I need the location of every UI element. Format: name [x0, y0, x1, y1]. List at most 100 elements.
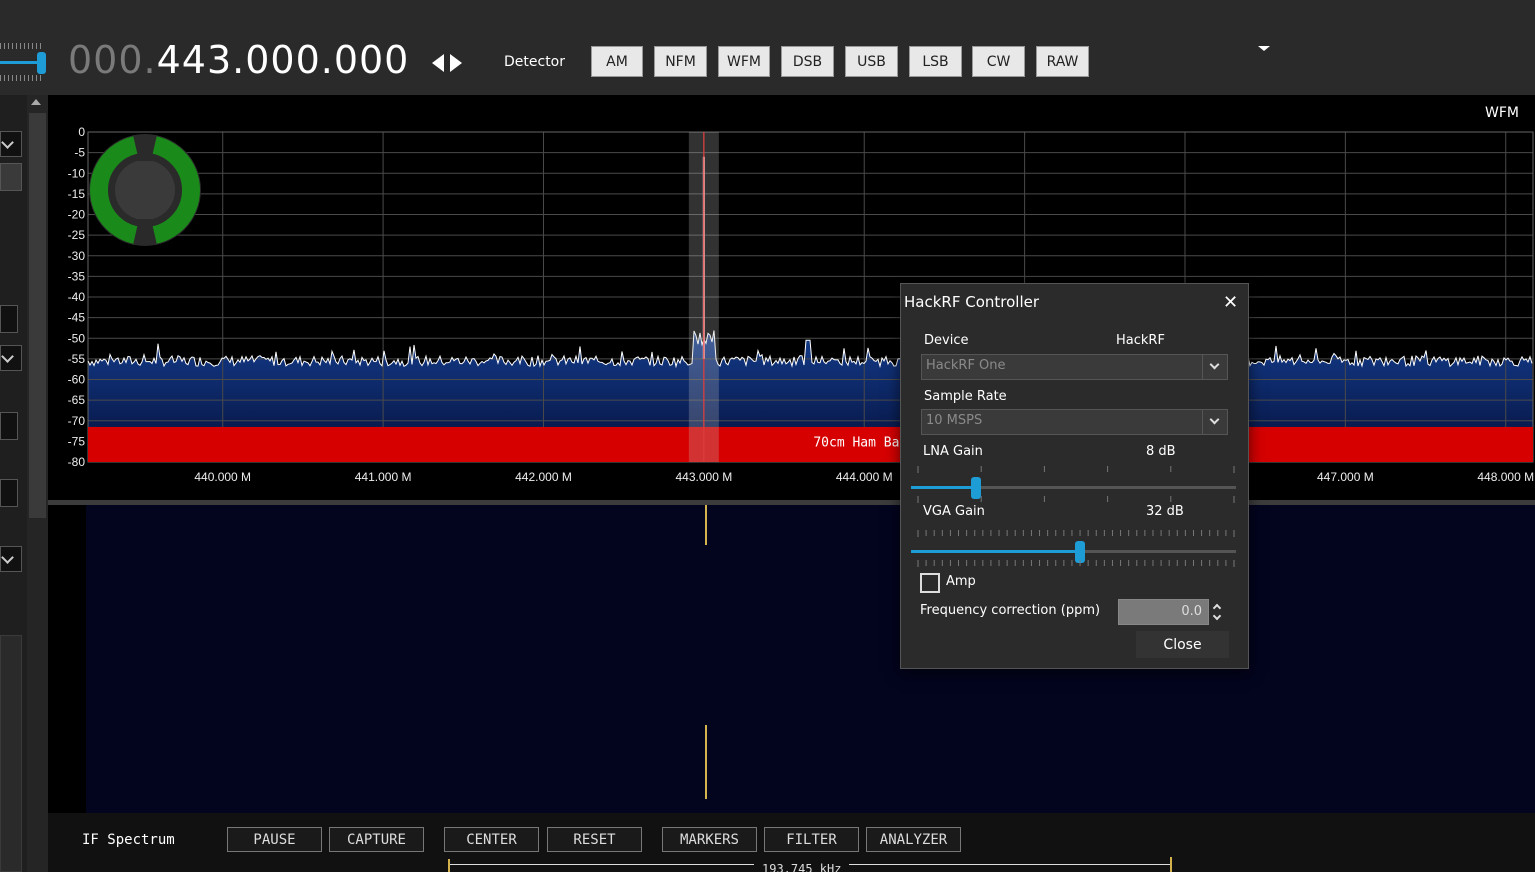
vga-gain-label: VGA Gain: [923, 504, 985, 519]
db-tick-label: -5: [74, 146, 85, 160]
dialog-title: HackRF Controller: [904, 293, 1040, 311]
scroll-up-icon[interactable]: [31, 99, 41, 105]
amp-label: Amp: [946, 574, 976, 589]
mode-button-dsb[interactable]: DSB: [781, 46, 834, 77]
top-toolbar: 000.443.000.000 Detector AM NFM WFM DSB USB L…: [0, 0, 1535, 95]
freq-tick-label: 441.000 M: [355, 470, 412, 484]
chevron-down-icon[interactable]: [1202, 355, 1227, 379]
device-combo[interactable]: HackRF One: [921, 354, 1228, 380]
vga-gain-slider[interactable]: [911, 530, 1236, 570]
mode-button-lsb[interactable]: LSB: [909, 46, 962, 77]
tuner-slider[interactable]: [0, 40, 48, 84]
hackrf-controller-dialog: HackRF Controller ✕ Device HackRF HackRF…: [900, 283, 1249, 669]
filter-button[interactable]: FILTER: [764, 827, 859, 852]
frequency-correction-label: Frequency correction (ppm): [920, 603, 1101, 618]
lna-gain-label: LNA Gain: [923, 444, 983, 459]
db-tick-label: -35: [68, 269, 86, 283]
chevron-down-icon[interactable]: [1202, 410, 1227, 434]
vga-ticks-bottom: [917, 560, 1235, 567]
left-control-panel: [0, 95, 48, 872]
mode-button-usb[interactable]: USB: [845, 46, 898, 77]
left-combo-2[interactable]: [0, 345, 22, 371]
left-spinner-2[interactable]: [0, 412, 18, 440]
bandwidth-right-edge[interactable]: [1170, 857, 1172, 872]
db-tick-label: -15: [68, 187, 86, 201]
db-tick-label: -70: [68, 414, 86, 428]
left-list[interactable]: [0, 635, 22, 872]
amp-checkbox[interactable]: [920, 573, 940, 593]
close-button[interactable]: Close: [1136, 631, 1229, 658]
db-tick-label: -40: [68, 290, 86, 304]
left-scrollbar-thumb[interactable]: [29, 113, 46, 518]
sample-rate-combo[interactable]: 10 MSPS: [921, 409, 1228, 435]
close-icon[interactable]: ✕: [1223, 292, 1238, 313]
capture-button[interactable]: CAPTURE: [329, 827, 424, 852]
markers-button[interactable]: MARKERS: [662, 827, 757, 852]
mode-button-nfm[interactable]: NFM: [654, 46, 707, 77]
mode-button-wfm[interactable]: WFM: [718, 46, 770, 77]
spin-up-down-icon[interactable]: [1210, 599, 1228, 625]
left-combo-1[interactable]: [0, 131, 22, 157]
db-tick-label: -65: [68, 393, 86, 407]
waterfall-view[interactable]: [48, 505, 1535, 813]
db-tick-label: -60: [68, 373, 86, 387]
spectrum-view[interactable]: 0 -5 -10 -15 -20 -25 -30 -35 -40 -45 -50 -55 -60 -65 -…: [48, 95, 1535, 500]
left-spinner-3[interactable]: [0, 479, 18, 507]
mode-button-cw[interactable]: CW: [972, 46, 1025, 77]
db-tick-label: -20: [68, 208, 86, 222]
db-tick-label: -80: [68, 455, 86, 469]
bandwidth-label: 193.745 kHz: [754, 863, 850, 872]
spectrum-plot: 0 -5 -10 -15 -20 -25 -30 -35 -40 -45 -50 -55 -60 -65 -…: [68, 125, 1534, 484]
freq-tick-label: 442.000 M: [515, 470, 572, 484]
mode-button-am[interactable]: AM: [591, 46, 643, 77]
sample-rate-combo-value: 10 MSPS: [926, 413, 983, 428]
mode-button-raw[interactable]: RAW: [1036, 46, 1089, 77]
frequency-prefix: 000.: [68, 38, 157, 82]
reset-button[interactable]: RESET: [547, 827, 642, 852]
waterfall-signal-trace: [705, 725, 707, 799]
db-tick-label: -45: [68, 311, 86, 325]
pause-button[interactable]: PAUSE: [227, 827, 322, 852]
gain-wheel-hub: [115, 160, 175, 220]
db-tick-label: -30: [68, 249, 86, 263]
device-value: HackRF: [1116, 333, 1165, 348]
lna-ticks-bottom: [917, 496, 1235, 503]
left-field-1[interactable]: [0, 163, 22, 191]
analyzer-button[interactable]: ANALYZER: [866, 827, 961, 852]
detector-label: Detector: [504, 54, 566, 70]
freq-tick-label: 444.000 M: [836, 470, 893, 484]
frequency-main: 443.000.000: [156, 38, 410, 82]
lna-gain-slider[interactable]: [911, 466, 1236, 506]
left-combo-3[interactable]: [0, 546, 22, 572]
freq-tick-label: 443.000 M: [675, 470, 732, 484]
lna-ticks-top: [917, 466, 1235, 473]
waterfall-signal-trace: [705, 505, 707, 545]
spectrum-mode-tag: WFM: [1485, 105, 1519, 121]
db-tick-label: -55: [68, 352, 86, 366]
db-tick-label: -75: [68, 434, 86, 448]
if-spectrum-label: IF Spectrum: [82, 832, 175, 848]
center-button[interactable]: CENTER: [444, 827, 539, 852]
band-marker: [88, 426, 1533, 462]
left-spinner-1[interactable]: [0, 305, 18, 333]
sample-rate-label: Sample Rate: [924, 389, 1007, 404]
frequency-correction-input[interactable]: 0.0: [1118, 599, 1209, 625]
sdr-app-window: 000.443.000.000 Detector AM NFM WFM DSB USB L…: [0, 0, 1535, 872]
db-tick-label: -10: [68, 166, 86, 180]
freq-tick-label: 448.000 M: [1477, 470, 1534, 484]
vga-gain-value: 32 dB: [1146, 504, 1184, 519]
db-tick-label: -25: [68, 228, 86, 242]
bandwidth-left-edge[interactable]: [448, 859, 450, 872]
if-spectrum-bar: IF Spectrum PAUSE CAPTURE CENTER RESET MARKE…: [48, 813, 1535, 872]
frequency-display[interactable]: 000.443.000.000: [68, 38, 409, 82]
left-right-arrows-icon[interactable]: [432, 51, 468, 75]
freq-tick-label: 447.000 M: [1317, 470, 1374, 484]
menu-dropdown-icon[interactable]: [1258, 46, 1270, 51]
vga-ticks-top: [917, 530, 1235, 537]
db-tick-label: -50: [68, 331, 86, 345]
device-label: Device: [924, 333, 969, 348]
lna-gain-value: 8 dB: [1146, 444, 1176, 459]
freq-tick-label: 440.000 M: [194, 470, 251, 484]
waterfall-canvas: [86, 505, 1535, 813]
device-combo-value: HackRF One: [926, 358, 1006, 373]
